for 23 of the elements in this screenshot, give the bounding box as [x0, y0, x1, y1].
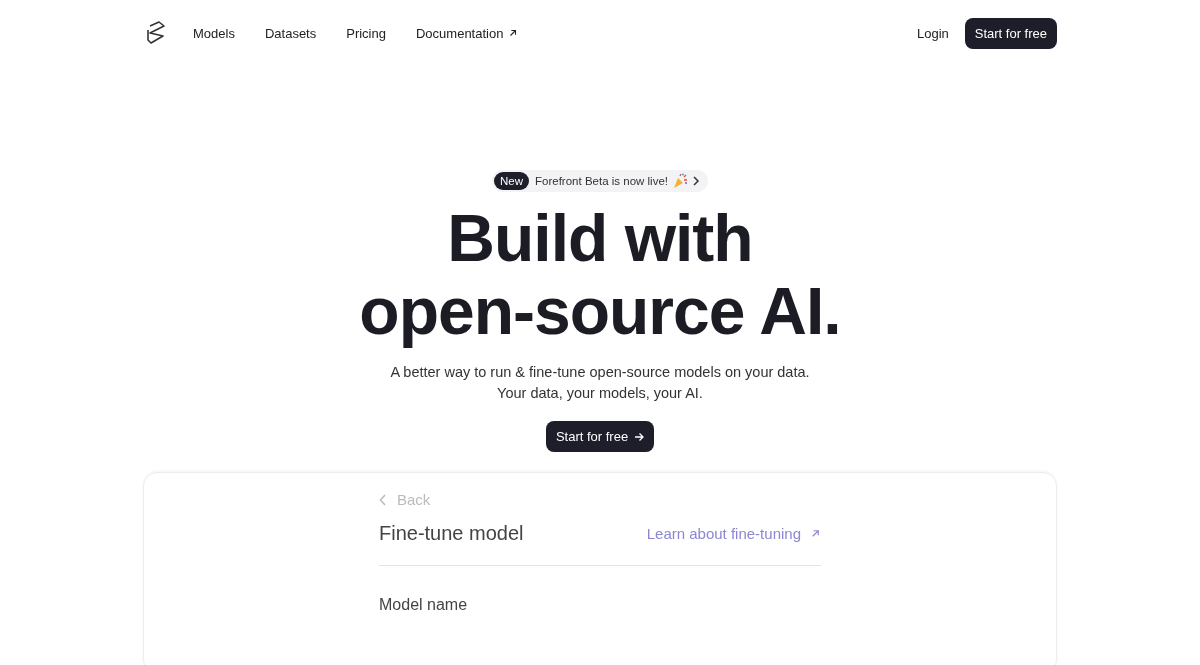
nav-link[interactable]: Datasets	[264, 25, 317, 41]
external-link-icon	[810, 528, 821, 539]
page-title: Fine-tune model	[379, 522, 524, 545]
announcement-text: Forefront Beta is now live!	[535, 175, 668, 187]
subtitle: Your data, your models, your AI.	[497, 384, 703, 403]
headline: open-source AI.	[359, 275, 841, 348]
chevron-left-icon	[379, 493, 387, 506]
external-link-icon	[508, 28, 519, 38]
subtitle: A better way to run & fine-tune open-source models on your data.	[390, 363, 810, 382]
login-link[interactable]: Login	[916, 25, 949, 41]
chevron-right-icon	[692, 176, 700, 186]
nav-link[interactable]: Pricing	[346, 25, 386, 41]
headline: Build with	[447, 202, 753, 275]
party-popper-icon	[672, 173, 688, 189]
start-button[interactable]: Start for free	[964, 17, 1057, 49]
nav-link[interactable]: Documentation	[416, 25, 519, 41]
arrow-right-icon	[634, 431, 645, 442]
start-button[interactable]: Start for free	[545, 421, 655, 452]
nav-link[interactable]: Models	[193, 25, 235, 41]
announcement-pill[interactable]: New Forefront Beta is now live!	[492, 170, 708, 192]
field-label: Model name	[379, 596, 469, 614]
new-badge: New	[494, 172, 530, 190]
logo-icon[interactable]	[146, 21, 166, 45]
